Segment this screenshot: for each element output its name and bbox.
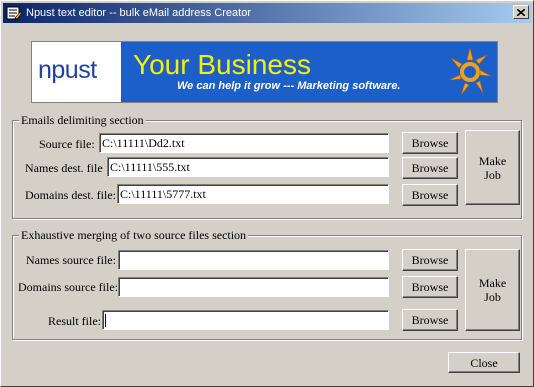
ad-banner: npust Your Business We can help it grow … (31, 41, 498, 103)
source-browse-button[interactable]: Browse (402, 132, 458, 154)
names-dest-browse-button[interactable]: Browse (402, 157, 458, 179)
merging-section-title: Exhaustive merging of two source files s… (19, 228, 249, 242)
domains-source-field[interactable] (118, 277, 389, 297)
source-file-field[interactable] (99, 133, 389, 153)
window-title: Npust text editor -- bulk eMail address … (26, 7, 251, 19)
main-window: Npust text editor -- bulk eMail address … (0, 0, 534, 387)
domains-dest-field[interactable] (117, 184, 389, 204)
domains-source-input[interactable] (119, 278, 388, 296)
title-close-button[interactable] (513, 5, 529, 19)
banner-logo-area: npust (32, 42, 121, 102)
names-source-browse-button[interactable]: Browse (402, 249, 458, 271)
close-icon (517, 8, 525, 16)
sun-logo-icon (448, 47, 492, 96)
banner-message-area: Your Business We can help it grow --- Ma… (121, 42, 497, 102)
domains-dest-label: Domains dest. file: (25, 188, 116, 202)
result-file-input[interactable] (103, 311, 388, 329)
names-dest-label: Names dest. file (25, 161, 103, 175)
banner-logo-text: npust (38, 56, 97, 84)
domains-dest-input[interactable] (118, 185, 388, 203)
app-icon (6, 6, 22, 20)
result-file-field[interactable] (102, 310, 389, 330)
delimiting-section-title: Emails delimiting section (19, 113, 146, 127)
names-dest-input[interactable] (108, 158, 388, 176)
names-source-label: Names source file: (26, 253, 116, 267)
domains-source-browse-button[interactable]: Browse (402, 276, 458, 298)
names-source-input[interactable] (119, 251, 388, 269)
domains-dest-browse-button[interactable]: Browse (402, 184, 458, 206)
text-caret (105, 314, 106, 327)
delimiting-make-job-button[interactable]: Make Job (465, 130, 520, 205)
domains-source-label: Domains source file: (18, 280, 118, 294)
banner-headline: Your Business (133, 49, 311, 80)
title-bar[interactable]: Npust text editor -- bulk eMail address … (3, 3, 532, 23)
source-file-label: Source file: (39, 137, 95, 151)
source-file-input[interactable] (100, 134, 388, 152)
names-dest-field[interactable] (107, 157, 389, 177)
names-source-field[interactable] (118, 250, 389, 270)
result-browse-button[interactable]: Browse (402, 309, 458, 331)
merging-make-job-button[interactable]: Make Job (465, 249, 520, 331)
close-button[interactable]: Close (448, 352, 520, 373)
result-file-label: Result file: (48, 314, 101, 328)
banner-tagline: We can help it grow --- Marketing softwa… (177, 80, 401, 92)
